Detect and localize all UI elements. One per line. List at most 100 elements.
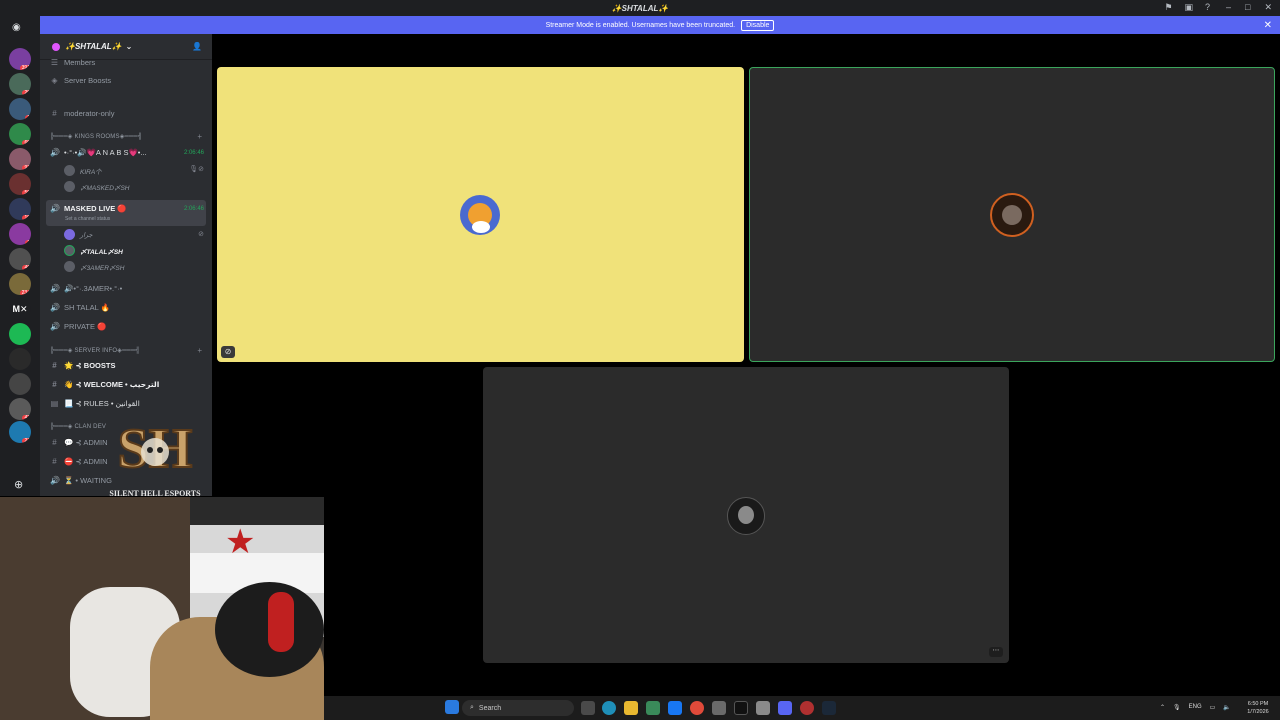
members-link[interactable]: ☰ Members [50, 58, 95, 67]
app-icon[interactable] [756, 701, 770, 715]
server-icon[interactable]: 42 [9, 398, 31, 420]
server-icon[interactable] [9, 373, 31, 395]
server-icon[interactable]: 29 [9, 73, 31, 95]
language-indicator[interactable]: ENG [1189, 704, 1202, 711]
voice-timer: 2:06:46 [183, 206, 204, 212]
voice-channel-masked-live[interactable]: 🔊 MASKED LIVE 🔴 [50, 204, 127, 213]
close-window-button[interactable]: ✕ [1264, 2, 1272, 13]
discord-home-icon[interactable]: ◉ [12, 22, 28, 34]
server-icon[interactable] [9, 323, 31, 345]
avatar [64, 229, 75, 240]
server-icon[interactable]: 92 [9, 148, 31, 170]
volume-icon[interactable]: 🔈 [1223, 704, 1230, 711]
server-icon[interactable]: 60 [9, 123, 31, 145]
members-icon: ☰ [50, 58, 59, 67]
speaker-icon: 🔊 [50, 322, 60, 331]
add-channel-icon[interactable]: + [197, 346, 202, 355]
server-icon[interactable]: 234 [9, 273, 31, 295]
category-server-info[interactable]: ╠═══◈ SERVER INFO◈═══╣ [50, 347, 140, 354]
clock-date: 1/7/2026 [1247, 709, 1269, 715]
voice-channel-private[interactable]: 🔊 PRIVATE 🔴 [50, 322, 106, 331]
participant-avatar [990, 193, 1034, 237]
inbox-icon[interactable]: ⚑ [1164, 2, 1172, 13]
voice-timer: 2:06:46 [183, 150, 204, 156]
speaker-icon: 🔊 [50, 303, 60, 312]
server-icon[interactable]: 1 [9, 98, 31, 120]
microphone-icon[interactable]: 🎙 [1173, 704, 1181, 711]
rules-channel[interactable]: ▤ 📃 ⊰ RULES • القوانين [50, 399, 140, 408]
discord-icon[interactable] [778, 701, 792, 715]
more-options-icon[interactable]: ⋯ [989, 647, 1003, 657]
channel-moderator-only[interactable]: # moderator-only [50, 109, 114, 118]
add-channel-icon[interactable]: + [197, 132, 202, 141]
mx-server-icon[interactable]: M✕ [9, 298, 31, 320]
add-member-icon[interactable]: 👤 [192, 42, 202, 51]
chrome-icon[interactable] [690, 701, 704, 715]
participant-tile[interactable]: ⋯ [483, 367, 1009, 663]
server-icon[interactable]: 10 [9, 198, 31, 220]
server-header[interactable]: ✨SHTALAL✨ ⌄ 👤 [40, 34, 212, 60]
voice-user[interactable]: 〆TALAL〆SH [64, 245, 123, 256]
steam-icon[interactable] [822, 701, 836, 715]
facebook-icon[interactable] [668, 701, 682, 715]
participant-tile-speaking[interactable] [749, 67, 1275, 362]
maximize-button[interactable]: □ [1245, 2, 1250, 13]
start-icon[interactable] [445, 700, 459, 714]
screen-icon[interactable]: ▣ [1184, 2, 1193, 13]
taskbar-clock[interactable]: 6:50 PM 1/7/2026 [1240, 700, 1276, 716]
store-icon[interactable] [646, 701, 660, 715]
server-icon[interactable]: 56 [9, 173, 31, 195]
app-icon[interactable] [800, 701, 814, 715]
tiktok-icon[interactable] [734, 701, 748, 715]
task-view-icon[interactable] [581, 701, 595, 715]
network-icon[interactable]: ▭ [1210, 704, 1216, 711]
rules-icon: ▤ [50, 399, 59, 408]
disable-streamer-button[interactable]: Disable [741, 19, 775, 31]
speaker-icon: 🔊 [50, 284, 60, 293]
minimize-button[interactable]: – [1226, 2, 1231, 13]
category-clan[interactable]: ╠═══◈ CLAN DEV [50, 423, 106, 430]
muted-icon: 🎙⊘ [189, 166, 204, 173]
server-name: ✨SHTALAL✨ [65, 42, 122, 51]
add-server-icon[interactable]: ⊕ [14, 478, 26, 491]
file-explorer-icon[interactable] [624, 701, 638, 715]
chevron-up-icon[interactable]: ⌃ [1160, 704, 1165, 711]
voice-channel-3amer[interactable]: 🔊 🔊•°·.3AMER•.°·• [50, 284, 122, 293]
voice-channel-sh-talal[interactable]: 🔊 SH TALAL 🔥 [50, 303, 110, 312]
clock-time: 6:50 PM [1247, 701, 1269, 707]
server-icon[interactable] [9, 348, 31, 370]
system-tray: ⌃ 🎙 ENG ▭ 🔈 [1160, 704, 1231, 711]
taskbar-search[interactable]: ⌕ Search [462, 700, 574, 716]
voice-channel-waiting[interactable]: 🔊 ⏳ • WAITING [50, 476, 112, 485]
text-channel-boosts[interactable]: # 🌟 ⊰ BOOSTS [50, 361, 115, 370]
server-icon[interactable]: 1 [9, 223, 31, 245]
voice-user[interactable]: KIRA个 [64, 165, 102, 176]
avatar [64, 245, 75, 256]
help-icon[interactable]: ? [1205, 2, 1210, 13]
boosts-link[interactable]: ◈ Server Boosts [50, 76, 111, 85]
participant-tile[interactable]: ⊘ [217, 67, 744, 362]
search-icon: ⌕ [470, 704, 474, 711]
chevron-down-icon: ⌄ [125, 42, 133, 51]
edge-icon[interactable] [602, 701, 616, 715]
hash-icon: # [52, 457, 57, 466]
speaker-icon: 🔊 [50, 204, 60, 213]
window-titlebar: ✨SHTALAL✨ ⚑ ▣ ? – □ ✕ [0, 0, 1280, 16]
boost-icon: ◈ [51, 76, 58, 85]
text-channel-admin-2[interactable]: # ⛔ ⊰ ADMIN [50, 457, 107, 466]
close-banner-button[interactable]: ✕ [1264, 20, 1272, 31]
app-icon[interactable] [712, 701, 726, 715]
category-kings-rooms[interactable]: ╠═══◈ KINGS ROOMS◈═══╣ [50, 133, 142, 140]
voice-user[interactable]: جرار [64, 229, 93, 240]
text-channel-welcome[interactable]: # 👋 ⊰ WELCOME • الترحيب [50, 380, 159, 389]
voice-user[interactable]: 〆MASKED〆SH [64, 181, 129, 192]
server-icon[interactable]: 46 [9, 248, 31, 270]
channel-status[interactable]: Set a channel status [65, 216, 110, 222]
text-channel-admin[interactable]: # 💬 ⊰ ADMIN [50, 438, 107, 447]
star-icon: ★ [225, 523, 256, 561]
voice-user[interactable]: 〆3AMER〆SH [64, 261, 124, 272]
voice-channel-anabs[interactable]: 🔊 •·°·•🔊💗A N A B S💗•... [50, 148, 147, 157]
hash-icon: # [52, 438, 57, 447]
server-icon[interactable]: 391 [9, 48, 31, 70]
server-icon[interactable]: 27 [9, 421, 31, 443]
